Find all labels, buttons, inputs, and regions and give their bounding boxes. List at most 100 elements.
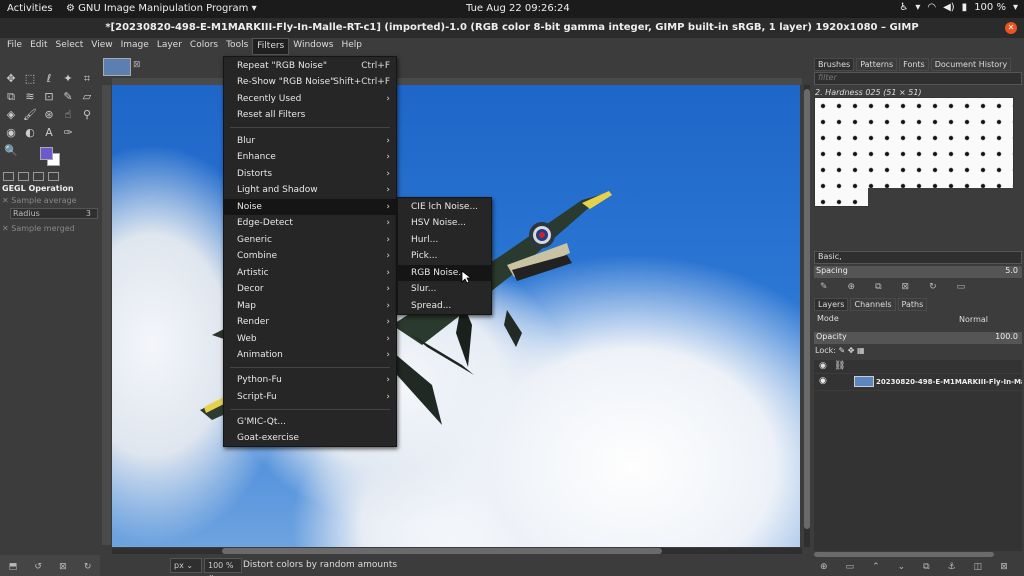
filters-distorts[interactable]: Distorts ›	[224, 166, 396, 182]
horizontal-ruler[interactable]	[112, 78, 802, 85]
tab-device-status[interactable]	[18, 172, 29, 181]
filters-animation[interactable]: Animation ›	[224, 347, 396, 363]
duplicate-layer-icon[interactable]: ⧉	[923, 562, 929, 572]
tab-layers[interactable]: Layers	[814, 298, 849, 311]
unit-select[interactable]: px ⌄	[170, 558, 202, 573]
foreground-color[interactable]	[40, 147, 53, 160]
filters-blur[interactable]: Blur ›	[224, 133, 396, 149]
paths-icon[interactable]: ✎	[60, 89, 76, 104]
raise-layer-icon[interactable]: ⌃	[872, 562, 880, 572]
noise-rgb[interactable]: RGB Noise...	[398, 265, 491, 281]
lasso-icon[interactable]: ℓ	[41, 71, 57, 86]
move-tool-icon[interactable]: ✥	[3, 71, 19, 86]
smudge-icon[interactable]: ☝	[60, 107, 76, 122]
filters-enhance[interactable]: Enhance ›	[224, 149, 396, 165]
close-icon[interactable]: ⊠	[133, 60, 141, 70]
sample-merged-option[interactable]: ✕ Sample merged	[2, 224, 75, 233]
close-icon[interactable]: ✕	[2, 196, 9, 205]
opacity-slider[interactable]: Opacity 100.0	[814, 332, 1022, 344]
tab-fonts[interactable]: Fonts	[899, 58, 929, 71]
new-layer-icon[interactable]: ⊕	[820, 562, 828, 572]
noise-spread[interactable]: Spread...	[398, 298, 491, 314]
mask-icon[interactable]: ◫	[974, 562, 983, 572]
reset-icon[interactable]: ↻	[84, 562, 92, 576]
menu-image[interactable]: Image	[117, 38, 153, 55]
lock-position-icon[interactable]: ✥	[848, 346, 855, 355]
crop-icon[interactable]: ⌗	[79, 71, 95, 86]
app-menu[interactable]: ⚙ GNU Image Manipulation Program ▾	[66, 3, 257, 14]
restore-icon[interactable]: ↺	[34, 562, 42, 576]
eye-icon[interactable]: ◉	[819, 376, 827, 386]
edit-brush-icon[interactable]: ✎	[820, 282, 828, 292]
menu-windows[interactable]: Windows	[289, 38, 337, 55]
horizontal-scrollbar[interactable]	[112, 548, 802, 554]
filters-map[interactable]: Map ›	[224, 298, 396, 314]
tab-brushes[interactable]: Brushes	[814, 58, 855, 71]
tab-patterns[interactable]: Patterns	[856, 58, 898, 71]
noise-hsv[interactable]: HSV Noise...	[398, 215, 491, 231]
scrollbar-thumb[interactable]	[222, 548, 662, 554]
close-icon[interactable]: ✕	[1005, 22, 1017, 34]
scrollbar-thumb[interactable]	[804, 89, 810, 529]
noise-cie-lch[interactable]: CIE lch Noise...	[398, 199, 491, 215]
rect-select-icon[interactable]: ⬚	[22, 71, 38, 86]
menu-filters[interactable]: Filters	[252, 38, 290, 55]
delete-brush-icon[interactable]: ⊠	[902, 282, 910, 292]
tab-tool-options[interactable]	[3, 172, 14, 181]
menu-select[interactable]: Select	[52, 38, 88, 55]
lock-alpha-icon[interactable]: ▦	[857, 346, 865, 355]
filters-edge-detect[interactable]: Edge-Detect ›	[224, 215, 396, 231]
system-tray[interactable]: ♿ ▾ ◠ ◀) ▮ 100 % ▾	[899, 2, 1018, 13]
lower-layer-icon[interactable]: ⌄	[898, 562, 906, 572]
tab-channels[interactable]: Channels	[850, 298, 896, 311]
tab-document-history[interactable]: Document History	[930, 58, 1012, 71]
lock-pixels-icon[interactable]: ✎	[838, 346, 845, 355]
close-icon[interactable]: ✕	[2, 224, 9, 233]
menu-help[interactable]: Help	[337, 38, 366, 55]
layer-name[interactable]: 20230820-498-E-M1MARKIII-Fly-In-Malle-I	[876, 378, 1022, 386]
delete-layer-icon[interactable]: ⊠	[1000, 562, 1008, 572]
vertical-scrollbar[interactable]	[804, 85, 810, 547]
new-brush-icon[interactable]: ⊕	[848, 282, 856, 292]
filters-script-fu[interactable]: Script-Fu ›	[224, 389, 396, 405]
filters-noise[interactable]: Noise ›	[224, 199, 396, 215]
menu-file[interactable]: File	[3, 38, 26, 55]
layer-row[interactable]: ◉ 20230820-498-E-M1MARKIII-Fly-In-Malle-…	[814, 374, 1022, 390]
mode-select[interactable]: Normal	[959, 315, 988, 324]
spacing-slider[interactable]: Spacing 5.0	[814, 266, 1022, 278]
tab-images[interactable]	[48, 172, 59, 181]
brush-preset-select[interactable]: Basic,	[814, 251, 1022, 264]
noise-pick[interactable]: Pick...	[398, 248, 491, 264]
menu-layer[interactable]: Layer	[153, 38, 186, 55]
filters-web[interactable]: Web ›	[224, 331, 396, 347]
warp-icon[interactable]: ≋	[22, 89, 38, 104]
dodge-icon[interactable]: ◐	[22, 125, 38, 140]
reshow-last-item[interactable]: Re-Show "RGB Noise" Shift+Ctrl+F	[224, 74, 396, 90]
filters-generic[interactable]: Generic ›	[224, 232, 396, 248]
image-tab-thumbnail[interactable]	[103, 58, 131, 76]
filters-decor[interactable]: Decor ›	[224, 281, 396, 297]
text-tool-icon[interactable]: A	[41, 125, 57, 140]
layers-scrollbar[interactable]	[814, 552, 994, 557]
anchor-icon[interactable]: ⚓	[948, 562, 956, 572]
fg-bg-colors[interactable]	[38, 145, 62, 167]
brush-filter-input[interactable]: filter	[814, 72, 1022, 85]
menu-colors[interactable]: Colors	[186, 38, 222, 55]
clone-icon[interactable]: ⊛	[41, 107, 57, 122]
unified-transform-icon[interactable]: ⧉	[3, 89, 19, 104]
activities-button[interactable]: Activities	[7, 3, 53, 14]
fuzzy-select-icon[interactable]: ✦	[60, 71, 76, 86]
color-picker-icon[interactable]: ◉	[3, 125, 19, 140]
filters-light-shadow[interactable]: Light and Shadow ›	[224, 182, 396, 198]
spacing-value[interactable]: 5.0	[1005, 266, 1018, 275]
reset-filters-item[interactable]: Reset all Filters	[224, 107, 396, 123]
filters-combine[interactable]: Combine ›	[224, 248, 396, 264]
repeat-last-item[interactable]: Repeat "RGB Noise" Ctrl+F	[224, 58, 396, 74]
sample-average-option[interactable]: ✕ Sample average	[2, 196, 77, 205]
filters-artistic[interactable]: Artistic ›	[224, 265, 396, 281]
eyedropper-icon[interactable]: ⚲	[79, 107, 95, 122]
zoom-select[interactable]: 100 % ⌄	[204, 558, 242, 576]
radius-value[interactable]: 3	[86, 209, 91, 218]
noise-slur[interactable]: Slur...	[398, 281, 491, 297]
radius-spinbox[interactable]: Radius 3	[10, 208, 98, 219]
